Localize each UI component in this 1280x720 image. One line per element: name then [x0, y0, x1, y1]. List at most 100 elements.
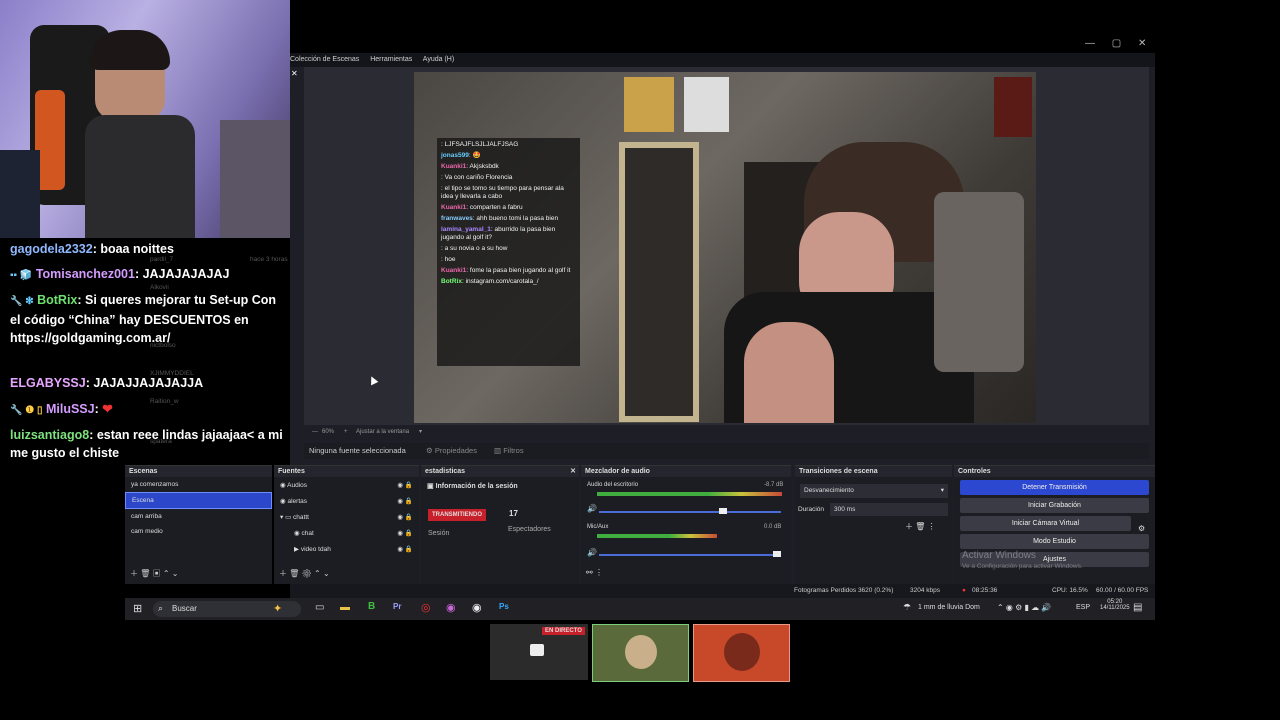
slider-handle[interactable] [773, 551, 781, 557]
zoom-level[interactable]: 60% [322, 429, 334, 435]
link-icon[interactable]: ⚯ [586, 568, 593, 577]
chat-message: 🔧 ❶ ▯ MiluSSJ: ❤ [10, 402, 113, 416]
eye-icon[interactable]: ◉ 🔒 [397, 513, 413, 521]
chat-text: JAJAJAJAJAJ [142, 267, 230, 281]
stats-title-text: estadisticas [425, 468, 466, 475]
filters-button[interactable]: ▥ Filtros [494, 446, 524, 455]
source-item[interactable]: ◉ alertas ◉ 🔒 [274, 493, 419, 509]
chevron-down-icon[interactable]: ▾ [280, 514, 283, 521]
speaker-icon[interactable]: 🔊 [587, 548, 597, 557]
controls-dock: Controles Detener Transmisión Iniciar Gr… [954, 465, 1155, 584]
chrome-icon[interactable]: ◉ [446, 601, 456, 614]
filter-icon[interactable]: ▣ [153, 569, 161, 578]
opera-icon[interactable]: ◎ [421, 601, 431, 614]
zoom-out-icon[interactable]: — [312, 429, 318, 435]
chevron-down-icon[interactable]: ⌄ [323, 569, 330, 578]
virtual-camera-button[interactable]: Iniciar Cámara Virtual [960, 516, 1131, 531]
trash-icon[interactable]: 🗑 [289, 569, 299, 578]
chat-username[interactable]: ELGABYSSJ [10, 376, 86, 390]
task-view-icon[interactable]: ▭ [315, 602, 324, 613]
close-icon[interactable]: ✕ [1138, 38, 1146, 49]
file-explorer-icon[interactable]: ▬ [340, 602, 350, 613]
scene-item-selected[interactable]: Escena [125, 492, 272, 509]
live-badge: EN DIRECTO [542, 627, 585, 635]
gear-icon[interactable]: ⚙ [1138, 524, 1145, 533]
studio-mode-button[interactable]: Modo Estudio [960, 534, 1149, 549]
source-label: chat [301, 530, 314, 537]
chat-username[interactable]: luizsantiago8 [10, 428, 89, 442]
chevron-up-icon[interactable]: ⌃ [163, 569, 170, 578]
obs-icon[interactable]: ◉ [472, 601, 482, 614]
transition-select[interactable]: Desvanecimiento ▾ [800, 484, 948, 498]
gear-icon[interactable]: ⚙ [302, 569, 312, 578]
slider-handle[interactable] [719, 508, 727, 514]
speaker-icon[interactable]: 🔊 [587, 504, 597, 513]
no-source-label: Ninguna fuente seleccionada [309, 446, 406, 455]
premiere-icon[interactable]: Pr [393, 602, 401, 611]
overlay-user: franwaves [441, 215, 473, 222]
properties-button[interactable]: ⚙ Propiedades [426, 446, 477, 455]
call-participant-tile[interactable] [592, 624, 689, 682]
clock[interactable]: 05:20 14/11/2025 [1100, 599, 1130, 611]
minimize-icon[interactable]: — [1085, 38, 1095, 49]
eye-icon[interactable]: ◉ 🔒 [397, 481, 413, 489]
source-item[interactable]: ▾ ▭ chattt ◉ 🔒 [274, 509, 419, 525]
status-bar: Fotogramas Perdidos 3620 (0.2%) 3204 kbp… [290, 584, 1155, 598]
photoshop-icon[interactable]: Ps [499, 602, 509, 611]
add-icon[interactable]: ＋ [130, 569, 138, 578]
chat-username[interactable]: Tomisanchez001 [36, 267, 135, 281]
source-item[interactable]: ▶ video tdah ◉ 🔒 [274, 541, 419, 557]
weather-text[interactable]: 1 mm de lluvia Dom [918, 604, 980, 611]
duration-label: Duración [798, 506, 825, 513]
scene-item[interactable]: cam arriba [125, 509, 272, 524]
source-item[interactable]: ◉ Audios ◉ 🔒 [274, 477, 419, 493]
menu-scene-collection[interactable]: Colección de Escenas [290, 56, 359, 63]
close-icon[interactable]: ✕ [291, 69, 299, 79]
app-icon[interactable]: B [368, 601, 375, 612]
menu-help[interactable]: Ayuda (H) [423, 56, 454, 63]
tray-icons[interactable]: ⌃ ◉ ⚙ ▮ ☁ 🔊 [997, 603, 1051, 612]
overlay-message: : Va con cariño Florencia [441, 174, 576, 182]
chevron-up-icon[interactable]: ⌃ [314, 569, 321, 578]
overlay-text: : hoe [441, 256, 456, 263]
volume-slider[interactable] [599, 554, 781, 556]
chat-username[interactable]: MiluSSJ [46, 402, 95, 416]
stop-streaming-button[interactable]: Detener Transmisión [960, 480, 1149, 495]
source-label: alertas [287, 498, 307, 505]
more-icon[interactable]: ⋮ [595, 568, 603, 577]
chevron-down-icon[interactable]: ▾ [419, 428, 422, 435]
overlay-message: Kuanki1: fome la pasa bien jugando al go… [441, 267, 576, 275]
source-item[interactable]: ◉ chat ◉ 🔒 [274, 525, 419, 541]
close-icon[interactable]: ✕ [570, 466, 576, 477]
windows-start-icon[interactable]: ⊞ [133, 602, 142, 615]
volume-slider[interactable] [599, 511, 781, 513]
menu-tools[interactable]: Herramientas [370, 56, 412, 63]
controls-title-text: Controles [958, 468, 991, 475]
zoom-in-icon[interactable]: + [344, 429, 348, 435]
taskbar-search[interactable]: ⌕ Buscar ✦ [153, 601, 301, 617]
maximize-icon[interactable]: ▢ [1112, 38, 1121, 49]
play-icon: ▶ [294, 546, 299, 553]
chevron-down-icon[interactable]: ⌄ [172, 569, 179, 578]
call-participant-tile[interactable]: EN DIRECTO [490, 624, 588, 680]
fit-to-window-button[interactable]: Ajustar a la ventana [356, 429, 409, 435]
eye-icon[interactable]: ◉ 🔒 [397, 545, 413, 553]
scene-item[interactable]: ya comenzamos [125, 477, 272, 492]
add-icon[interactable]: ＋ [905, 522, 913, 531]
chat-username[interactable]: BotRix [37, 293, 77, 307]
notification-icon[interactable]: ▤ [1133, 602, 1142, 613]
more-icon[interactable]: ⋮ [928, 522, 936, 531]
call-participant-tile[interactable] [693, 624, 790, 682]
scene-item[interactable]: cam medio [125, 524, 272, 539]
trash-icon[interactable]: 🗑 [140, 569, 150, 578]
avatar [625, 635, 657, 669]
duration-field[interactable]: 300 ms [830, 503, 948, 516]
eye-icon[interactable]: ◉ 🔒 [397, 529, 413, 537]
start-recording-button[interactable]: Iniciar Grabación [960, 498, 1149, 513]
trash-icon[interactable]: 🗑 [915, 522, 925, 531]
eye-icon[interactable]: ◉ 🔒 [397, 497, 413, 505]
poster [684, 77, 729, 132]
chat-username[interactable]: gagodela2332 [10, 242, 93, 256]
language-indicator[interactable]: ESP [1076, 604, 1090, 611]
add-icon[interactable]: ＋ [279, 569, 287, 578]
